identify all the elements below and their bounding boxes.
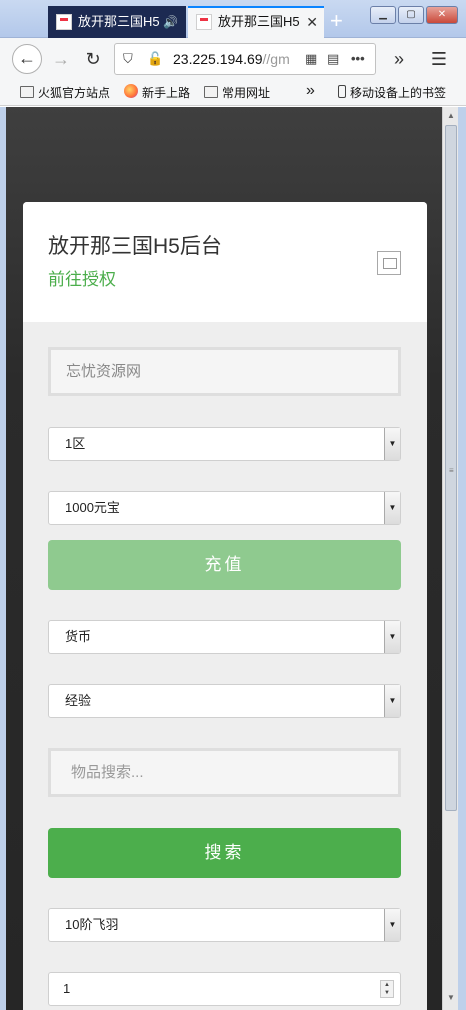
tab-gm-2[interactable]: 放开那三国H5 ✕ bbox=[188, 6, 324, 38]
insecure-lock-icon[interactable]: 🔓 bbox=[147, 51, 163, 67]
item-select[interactable]: 10阶飞羽 ▼ bbox=[48, 908, 401, 942]
page-scrollbar[interactable]: ▲ ≡ ▼ bbox=[442, 107, 458, 1010]
broken-image-icon bbox=[377, 251, 401, 275]
folder-icon bbox=[20, 86, 34, 98]
bookmark-getting-started[interactable]: 新手上路 bbox=[124, 84, 190, 101]
site-favicon-icon bbox=[56, 14, 72, 30]
page-actions-icon[interactable]: ••• bbox=[351, 51, 365, 66]
bookmark-common-sites[interactable]: 常用网址 bbox=[204, 84, 270, 101]
new-tab-button[interactable]: + bbox=[330, 8, 343, 34]
forward-button[interactable]: → bbox=[46, 44, 76, 74]
scrollbar-thumb[interactable]: ≡ bbox=[445, 125, 457, 811]
scroll-down-icon[interactable]: ▼ bbox=[447, 993, 455, 1002]
qr-code-icon[interactable]: ▦ bbox=[305, 51, 317, 67]
dropdown-arrow-icon[interactable]: ▼ bbox=[384, 909, 400, 941]
search-button[interactable]: 搜索 bbox=[48, 828, 401, 878]
spinner-arrows-icon[interactable]: ▲ ▼ bbox=[380, 980, 394, 998]
url-text[interactable]: 23.225.194.69//gm bbox=[173, 51, 301, 67]
overflow-chevron-icon[interactable]: » bbox=[384, 44, 414, 74]
reload-button[interactable]: ↻ bbox=[78, 44, 108, 74]
card-header: 放开那三国H5后台 前往授权 bbox=[23, 202, 427, 322]
bookmarks-overflow-icon[interactable]: » bbox=[306, 82, 315, 100]
page-viewport: 放开那三国H5后台 前往授权 忘忧资源网 1区 ▼ 1000元宝 ▼ 充值 货币… bbox=[6, 107, 442, 1010]
dropdown-arrow-icon[interactable]: ▼ bbox=[384, 428, 400, 460]
account-input[interactable]: 忘忧资源网 bbox=[48, 347, 401, 396]
close-tab-icon[interactable]: ✕ bbox=[306, 8, 318, 36]
dropdown-arrow-icon[interactable]: ▼ bbox=[384, 685, 400, 717]
close-window-button[interactable]: ✕ bbox=[426, 6, 458, 24]
admin-card: 放开那三国H5后台 前往授权 忘忧资源网 1区 ▼ 1000元宝 ▼ 充值 货币… bbox=[23, 202, 427, 1010]
firefox-icon bbox=[124, 84, 138, 98]
site-favicon-icon bbox=[196, 14, 212, 30]
authorize-link[interactable]: 前往授权 bbox=[48, 265, 116, 290]
bookmarks-toolbar: 火狐官方站点 新手上路 常用网址 » 移动设备上的书签 bbox=[0, 80, 466, 106]
back-button[interactable]: ← bbox=[12, 44, 42, 74]
phone-icon bbox=[338, 85, 346, 98]
url-bar[interactable]: ⛉ 🔓 23.225.194.69//gm ▦ ▤ ••• bbox=[114, 43, 376, 75]
grip-icon: ≡ bbox=[449, 466, 454, 475]
nav-bar: ← → ↻ ⛉ 🔓 23.225.194.69//gm ▦ ▤ ••• » ☰ bbox=[0, 38, 466, 80]
dropdown-arrow-icon[interactable]: ▼ bbox=[384, 492, 400, 524]
bookmark-firefox-official[interactable]: 火狐官方站点 bbox=[20, 84, 110, 101]
title-bar: 放开那三国H5 🔊 放开那三国H5 ✕ + ▁ ▢ ✕ bbox=[0, 0, 466, 38]
bookmark-mobile[interactable]: 移动设备上的书签 bbox=[338, 84, 446, 101]
exp-select[interactable]: 经验 ▼ bbox=[48, 684, 401, 718]
tab-title: 放开那三国H5 bbox=[78, 14, 160, 29]
shield-icon[interactable]: ⛉ bbox=[123, 51, 133, 67]
window-frame-right bbox=[458, 107, 466, 1010]
reader-view-icon[interactable]: ▤ bbox=[327, 51, 339, 67]
hamburger-menu-icon[interactable]: ☰ bbox=[424, 44, 454, 74]
speaker-icon[interactable]: 🔊 bbox=[163, 6, 178, 38]
dropdown-arrow-icon[interactable]: ▼ bbox=[384, 621, 400, 653]
minimize-button[interactable]: ▁ bbox=[370, 6, 396, 24]
recharge-amount-select[interactable]: 1000元宝 ▼ bbox=[48, 491, 401, 525]
tab-gm-1[interactable]: 放开那三国H5 🔊 bbox=[48, 6, 186, 38]
page-title: 放开那三国H5后台 bbox=[48, 235, 222, 258]
maximize-button[interactable]: ▢ bbox=[398, 6, 424, 24]
currency-select[interactable]: 货币 ▼ bbox=[48, 620, 401, 654]
recharge-button[interactable]: 充值 bbox=[48, 540, 401, 590]
item-search-input[interactable]: 物品搜索... bbox=[48, 748, 401, 797]
folder-icon bbox=[204, 86, 218, 98]
server-select[interactable]: 1区 ▼ bbox=[48, 427, 401, 461]
tab-title: 放开那三国H5 bbox=[218, 14, 300, 29]
quantity-stepper[interactable]: 1 ▲ ▼ bbox=[48, 972, 401, 1006]
scroll-up-icon[interactable]: ▲ bbox=[447, 111, 455, 120]
